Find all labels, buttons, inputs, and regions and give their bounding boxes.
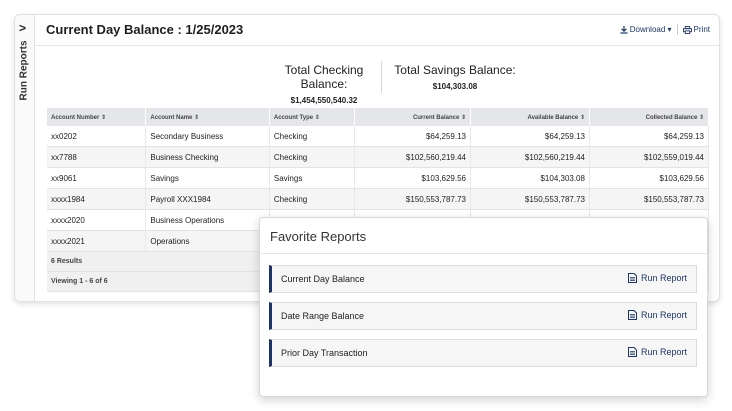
- cell-current-balance: $102,560,219.44: [354, 146, 471, 168]
- cell-account-type: Checking: [269, 126, 355, 147]
- chevron-right-icon[interactable]: >: [19, 21, 26, 35]
- cell-account-name: Savings: [145, 167, 270, 189]
- print-button[interactable]: Print: [682, 25, 710, 34]
- total-savings: Total Savings Balance: $104,303.08: [391, 63, 519, 91]
- report-tools: Download ▾ Print: [620, 24, 710, 35]
- favorite-item-current-day-balance[interactable]: Current Day Balance Run Report: [269, 265, 697, 293]
- col-account-type[interactable]: Account Type ⇕: [269, 108, 355, 126]
- cell-current-balance: $64,259.13: [354, 126, 471, 147]
- table-row[interactable]: xx7788 Business Checking Checking $102,5…: [47, 146, 710, 168]
- rail-label: Run Reports: [18, 40, 30, 101]
- cell-available-balance: $64,259.13: [470, 126, 590, 147]
- favorite-item-date-range-balance[interactable]: Date Range Balance Run Report: [269, 302, 697, 330]
- balance-totals: Total Checking Balance: $1,454,550,540.3…: [35, 61, 719, 105]
- cell-account-name: Operations: [145, 230, 270, 252]
- download-icon: [620, 25, 628, 34]
- cell-current-balance: $103,629.56: [354, 167, 471, 189]
- cell-account-type: Savings: [269, 167, 355, 189]
- favorite-item-label: Prior Day Transaction: [281, 348, 368, 358]
- total-checking: Total Checking Balance: $1,454,550,540.3…: [260, 63, 388, 105]
- cell-account-number: xx0202: [47, 126, 147, 147]
- cell-account-name: Business Checking: [145, 146, 270, 168]
- favorite-reports-title: Favorite Reports: [270, 229, 367, 244]
- cell-collected-balance: $64,259.13: [589, 126, 710, 147]
- run-report-label: Run Report: [640, 347, 687, 357]
- cell-available-balance: $102,560,219.44: [470, 146, 590, 168]
- document-icon: [627, 273, 637, 283]
- cell-account-number: xxxx2020: [47, 209, 147, 231]
- run-report-button[interactable]: Run Report: [627, 347, 687, 357]
- col-account-name[interactable]: Account Name ⇕: [145, 108, 270, 126]
- cell-available-balance: $150,553,787.73: [470, 188, 590, 210]
- report-header: Current Day Balance : 1/25/2023 Download…: [35, 15, 719, 46]
- cell-account-number: xx7788: [47, 146, 147, 168]
- cell-collected-balance: $103,629.56: [589, 167, 710, 189]
- totals-divider: [381, 61, 382, 93]
- cell-collected-balance: $150,553,787.73: [589, 188, 710, 210]
- cell-account-number: xxxx2021: [47, 230, 147, 252]
- col-current-balance[interactable]: Current Balance ⇕: [354, 108, 471, 126]
- download-label: Download ▾: [629, 25, 672, 34]
- run-report-label: Run Report: [640, 273, 687, 283]
- cell-account-name: Payroll XXX1984: [145, 188, 270, 210]
- total-savings-value: $104,303.08: [432, 82, 478, 91]
- cell-collected-balance: $102,559,019.44: [589, 146, 710, 168]
- document-icon: [627, 347, 637, 357]
- table-row[interactable]: xxxx1984 Payroll XXX1984 Checking $150,5…: [47, 188, 710, 210]
- run-report-button[interactable]: Run Report: [627, 310, 687, 320]
- table-row[interactable]: xx0202 Secondary Business Checking $64,2…: [47, 126, 710, 147]
- cell-account-name: Business Operations: [145, 209, 270, 231]
- col-available-balance[interactable]: Available Balance ⇕: [470, 108, 590, 126]
- table-row[interactable]: xx9061 Savings Savings $103,629.56 $104,…: [47, 167, 710, 189]
- run-reports-rail[interactable]: > Run Reports: [15, 15, 35, 301]
- cell-account-type: Checking: [269, 188, 355, 210]
- document-icon: [627, 310, 637, 320]
- favorite-reports-panel: Favorite Reports Current Day Balance Run…: [259, 217, 708, 397]
- printer-icon: [682, 25, 692, 34]
- col-collected-balance[interactable]: Collected Balance ⇕: [589, 108, 710, 126]
- run-report-button[interactable]: Run Report: [627, 273, 687, 283]
- total-checking-label: Total Checking Balance:: [284, 63, 364, 91]
- cell-account-number: xxxx1984: [47, 188, 147, 210]
- cell-account-number: xx9061: [47, 167, 147, 189]
- page-title: Current Day Balance : 1/25/2023: [46, 22, 244, 37]
- download-button[interactable]: Download ▾: [620, 25, 672, 34]
- cell-available-balance: $104,303.08: [470, 167, 590, 189]
- favorite-item-prior-day-transaction[interactable]: Prior Day Transaction Run Report: [269, 339, 697, 367]
- favorite-reports-divider: [260, 253, 707, 254]
- cell-account-type: Checking: [269, 146, 355, 168]
- run-report-label: Run Report: [640, 310, 687, 320]
- tool-divider: [676, 24, 678, 35]
- total-savings-label: Total Savings Balance:: [394, 63, 516, 77]
- table-header-row: Account Number ⇕ Account Name ⇕ Account …: [47, 108, 710, 126]
- favorite-item-label: Current Day Balance: [281, 274, 365, 284]
- cell-current-balance: $150,553,787.73: [354, 188, 471, 210]
- total-checking-value: $1,454,550,540.32: [290, 96, 358, 105]
- cell-account-name: Secondary Business: [145, 126, 270, 147]
- print-label: Print: [693, 25, 710, 34]
- favorite-item-label: Date Range Balance: [281, 311, 365, 321]
- col-account-number[interactable]: Account Number ⇕: [47, 108, 147, 126]
